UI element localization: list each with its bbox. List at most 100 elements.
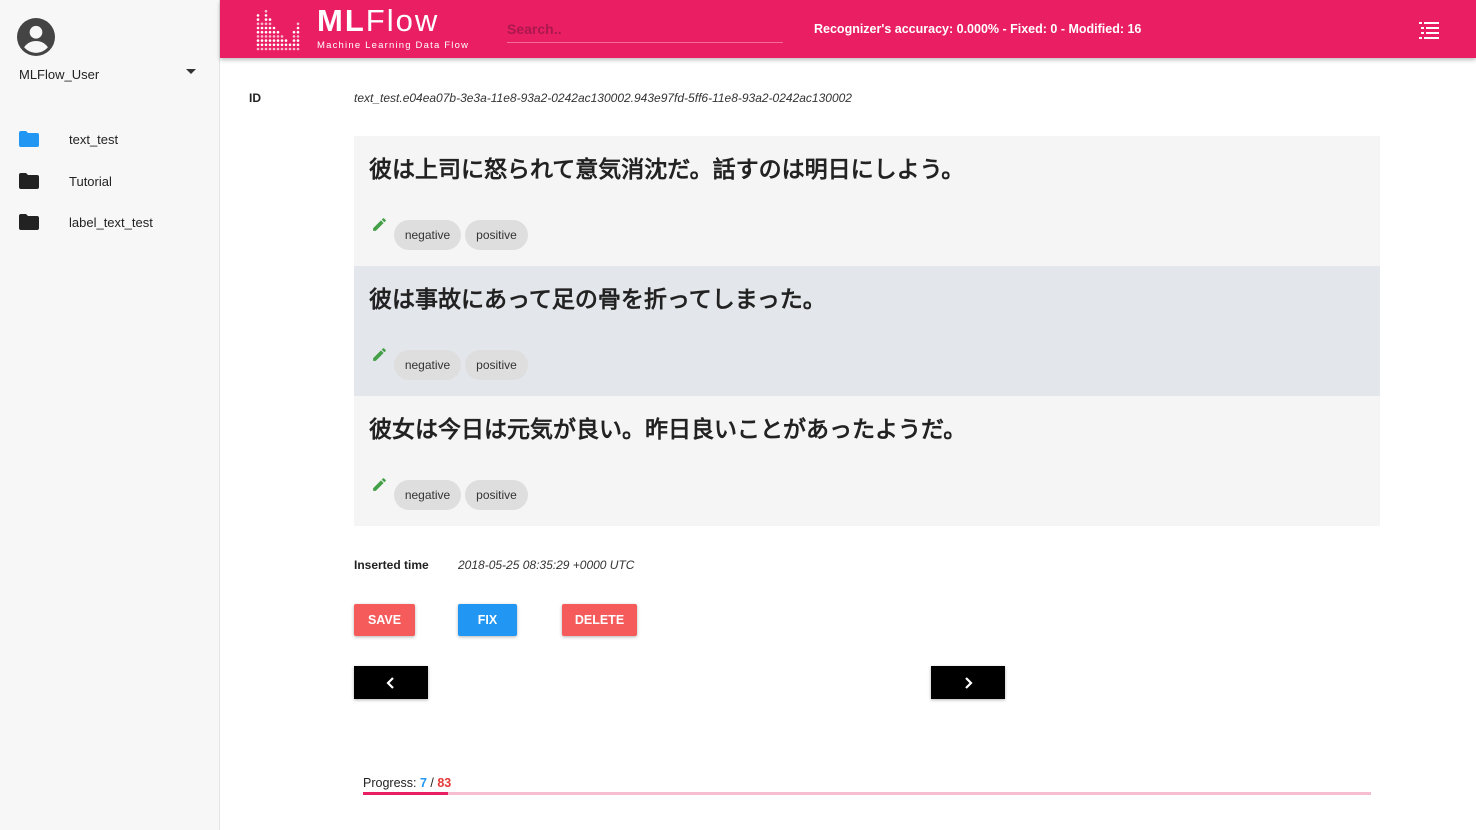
sidebar-item-text-test[interactable]: text_test: [0, 128, 220, 154]
logo-dot: [272, 43, 276, 47]
logo-dot: [272, 47, 276, 51]
logo-dot: [284, 43, 288, 47]
label-chip-positive[interactable]: positive: [465, 480, 528, 510]
text-item-content: 彼は事故にあって足の骨を折ってしまった。: [369, 286, 826, 312]
logo-dot: [256, 39, 260, 42]
sidebar-item-label: Tutorial: [69, 174, 112, 189]
logo-dot: [276, 47, 280, 51]
folder-shape: [19, 214, 39, 230]
previous-button[interactable]: [354, 666, 428, 699]
chevron-left-icon: [386, 676, 394, 689]
text-item-content: 彼女は今日は元気が良い。昨日良いことがあったようだ。: [369, 416, 967, 442]
sidebar-item-tutorial[interactable]: Tutorial: [0, 170, 220, 196]
logo-dot: [280, 39, 284, 42]
logo-dot: [272, 30, 276, 34]
account-circle-icon[interactable]: [17, 18, 55, 56]
sidebar-item-label: text_test: [69, 132, 119, 147]
logo-dot: [276, 35, 280, 38]
logo-dot: [296, 47, 300, 51]
logo-dot: [256, 18, 260, 21]
logo-dot: [268, 26, 272, 30]
caret-down-icon[interactable]: [186, 69, 196, 74]
logo-dot: [280, 47, 284, 51]
logo-dot: [296, 35, 300, 38]
app-header: MLFlow Machine Learning Data Flow Recogn…: [220, 0, 1476, 58]
logo-dot: [264, 22, 268, 26]
logo-icon: [256, 9, 300, 51]
logo-dot: [284, 39, 288, 42]
logo-dot: [264, 9, 268, 13]
logo-dot: [264, 14, 268, 17]
logo-dot: [292, 47, 296, 51]
label-chip-positive[interactable]: positive: [465, 350, 528, 380]
logo-dot: [264, 30, 268, 34]
label-chip-negative[interactable]: negative: [394, 220, 461, 250]
logo-dot: [292, 39, 296, 42]
sidebar-item-label-text-test[interactable]: label_text_test: [0, 211, 220, 237]
next-button[interactable]: [931, 666, 1005, 699]
logo-dot: [264, 47, 268, 51]
list-menu-icon[interactable]: [1419, 21, 1439, 39]
pencil-icon[interactable]: [371, 476, 388, 493]
logo-dot: [292, 43, 296, 47]
sidebar: MLFlow_User text_test Tutorial label_tex…: [0, 0, 220, 830]
folder-icon: [19, 173, 39, 189]
recognizer-stats: Recognizer's accuracy: 0.000% - Fixed: 0…: [814, 22, 1142, 36]
progress-total: 83: [437, 776, 452, 790]
logo-dot: [256, 26, 260, 30]
logo-dot: [268, 18, 272, 21]
logo-dot: [256, 43, 260, 47]
label-chip-negative[interactable]: negative: [394, 480, 461, 510]
logo-dot: [296, 39, 300, 42]
pencil-icon[interactable]: [371, 216, 388, 233]
logo-dot: [264, 35, 268, 38]
logo-dot: [288, 43, 292, 47]
logo-dot: [256, 14, 260, 17]
logo-dot: [296, 26, 300, 30]
folder-icon: [19, 214, 39, 230]
logo-dot: [296, 43, 300, 47]
logo-dot: [256, 30, 260, 34]
progress-text: Progress: 7 / 83: [363, 776, 451, 790]
text-item-content: 彼は上司に怒られて意気消沈だ。話すのは明日にしよう。: [369, 156, 965, 182]
user-name: MLFlow_User: [19, 67, 100, 82]
logo-dot: [280, 35, 284, 38]
text-item: 彼は上司に怒られて意気消沈だ。話すのは明日にしよう。 negative posi…: [354, 136, 1380, 266]
id-value: text_test.e04ea07b-3e3a-11e8-93a2-0242ac…: [354, 91, 852, 105]
logo-dot: [272, 39, 276, 42]
inserted-time-value: 2018-05-25 08:35:29 +0000 UTC: [458, 558, 635, 572]
delete-button[interactable]: DELETE: [562, 604, 637, 636]
logo-dot: [260, 22, 264, 26]
logo-dot: [260, 35, 264, 38]
folder-shape: [19, 131, 39, 147]
logo-dot: [260, 43, 264, 47]
logo-dot: [264, 39, 268, 42]
pencil-icon[interactable]: [371, 346, 388, 363]
label-chip-positive[interactable]: positive: [465, 220, 528, 250]
logo-dot: [260, 47, 264, 51]
progress-bar-fill: [363, 792, 448, 795]
user-menu[interactable]: MLFlow_User: [19, 66, 199, 82]
progress-bar: [363, 792, 1371, 795]
search-input[interactable]: [507, 16, 783, 43]
logo-dot: [272, 35, 276, 38]
logo-title-rest: Flow: [365, 3, 440, 38]
logo-dot: [272, 26, 276, 30]
logo-dot: [268, 35, 272, 38]
fix-button[interactable]: FIX: [458, 604, 517, 636]
logo-dot: [260, 26, 264, 30]
logo-dot: [256, 47, 260, 51]
logo-dot: [264, 18, 268, 21]
save-button[interactable]: SAVE: [354, 604, 415, 636]
folder-icon: [19, 131, 39, 147]
logo-title-bold: ML: [317, 3, 366, 38]
logo-dot: [256, 35, 260, 38]
label-chip-negative[interactable]: negative: [394, 350, 461, 380]
logo-dot: [268, 43, 272, 47]
progress-separator: /: [426, 776, 438, 790]
text-item: 彼は事故にあって足の骨を折ってしまった。 negative positive: [354, 266, 1380, 396]
logo-title: MLFlow: [317, 4, 439, 38]
chevron-right-icon: [965, 676, 973, 689]
folder-shape: [19, 173, 39, 189]
text-item: 彼女は今日は元気が良い。昨日良いことがあったようだ。 negative posi…: [354, 396, 1380, 526]
